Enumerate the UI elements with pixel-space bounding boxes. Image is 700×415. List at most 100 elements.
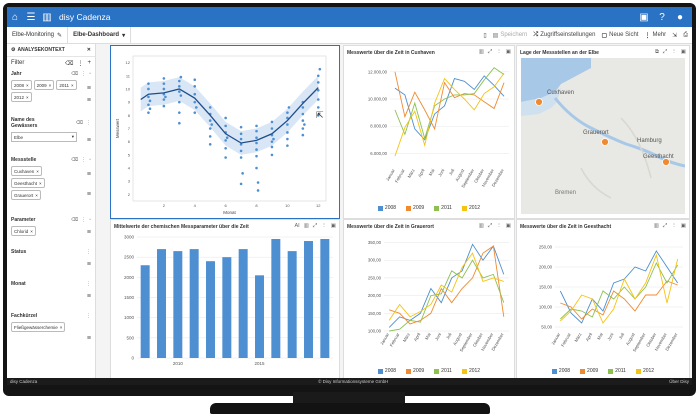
clear-icon[interactable]: ⌫ <box>71 71 78 77</box>
chip-grauerort[interactable]: Grauerort × <box>11 190 41 200</box>
more-icon[interactable]: ⋮ <box>86 249 91 255</box>
list-icon[interactable]: ≡ <box>87 97 91 104</box>
legend-item[interactable]: 2011 <box>608 368 626 374</box>
chart-icon[interactable]: ▥ <box>654 223 659 230</box>
list-icon[interactable]: ≡ <box>87 229 91 236</box>
expand-icon[interactable]: ⤢ <box>313 223 317 230</box>
station-marker-geesthacht[interactable] <box>662 158 670 166</box>
share-button[interactable]: ⤮ Zugriffseinstellungen <box>533 32 595 39</box>
sum-icon[interactable]: ▫ <box>89 217 91 223</box>
menu-icon[interactable]: ☰ <box>23 7 39 27</box>
help-icon[interactable]: ? <box>654 7 670 27</box>
expand-icon[interactable]: ⤢ <box>488 223 492 230</box>
clear-icon[interactable]: ⌫ <box>71 157 78 163</box>
list-icon[interactable]: ≡ <box>87 85 91 92</box>
sidebar-header: ⚙ ANALYSEKONTEXT ✕ <box>7 44 95 57</box>
more-button[interactable]: ⋮ Mehr <box>644 32 666 39</box>
bar <box>304 241 313 358</box>
more-icon[interactable]: ⋮ <box>86 313 91 319</box>
legend-item[interactable]: 2011 <box>434 205 452 211</box>
status-right[interactable]: Über Disy <box>669 379 689 384</box>
more-icon[interactable]: ⋮ <box>671 223 677 230</box>
add-filter-icon[interactable]: + <box>87 60 91 67</box>
print-icon[interactable]: ⎙ <box>683 32 688 39</box>
edit-icon[interactable]: ✎ <box>57 32 62 39</box>
legend-item[interactable]: 2012 <box>461 368 480 374</box>
legend-item[interactable]: 2011 <box>434 368 452 374</box>
settings-icon[interactable]: ▣ <box>331 223 336 230</box>
legend-item[interactable]: 2012 <box>461 205 480 211</box>
settings-icon[interactable]: ▣ <box>681 223 686 230</box>
more-icon[interactable]: ⋮ <box>81 217 86 223</box>
station-marker-cuxhaven[interactable] <box>535 98 543 106</box>
chip-2012[interactable]: 2012 × <box>11 92 32 102</box>
more-icon[interactable]: ⋮ <box>77 60 83 67</box>
clear-filter-icon[interactable]: ⌫ <box>65 60 73 67</box>
toolbar-actions: ▯ ▤ Speichern ⤮ Zugriffseinstellungen ▢ Neu… <box>483 32 692 39</box>
bookmark-icon[interactable]: ▯ <box>483 32 486 39</box>
settings-icon[interactable]: ▣ <box>506 49 511 56</box>
legend-item[interactable]: 2009 <box>406 205 424 211</box>
list-icon[interactable]: ≡ <box>87 261 91 268</box>
more-icon[interactable]: ⋮ <box>81 157 86 163</box>
chip-fliessgewaesserchemie[interactable]: Fließgewässerchemie × <box>11 322 66 332</box>
scatter-point <box>255 148 258 151</box>
chart-icon[interactable]: ▥ <box>479 49 484 56</box>
station-marker-grauerort[interactable] <box>601 138 609 146</box>
map-book-icon[interactable]: ▥ <box>39 7 55 27</box>
more-icon[interactable]: ⋮ <box>321 223 327 230</box>
legend-item[interactable]: 2008 <box>377 368 396 374</box>
scatter-point <box>162 87 166 91</box>
list-icon[interactable]: ≡ <box>87 293 91 300</box>
list-icon[interactable]: ≡ <box>87 335 91 342</box>
filter-title: Jahr <box>11 71 22 77</box>
settings-icon[interactable]: ▣ <box>506 223 511 230</box>
legend-item[interactable]: 2009 <box>406 368 424 374</box>
legend-item[interactable]: 2012 <box>635 368 654 374</box>
expand-icon[interactable]: ⤢ <box>663 49 667 56</box>
chip-2009[interactable]: 2009 × <box>33 80 55 90</box>
chip-cuxhaven[interactable]: Cuxhaven × <box>11 166 42 176</box>
user-icon[interactable]: ● <box>672 7 688 27</box>
legend-item[interactable]: 2008 <box>377 205 396 211</box>
bookmark-icon[interactable]: ▣ <box>636 7 652 27</box>
sum-icon[interactable]: ▫ <box>89 71 91 77</box>
expand-icon[interactable]: ⤢ <box>488 49 492 56</box>
gewaesser-select[interactable]: Elbe ▾ <box>11 132 77 142</box>
chip-2011[interactable]: 2011 × <box>56 80 77 90</box>
more-icon[interactable]: ⋮ <box>86 281 91 287</box>
more-icon[interactable]: ⋮ <box>496 49 502 56</box>
tab-elbe-monitoring[interactable]: Elbe-Monitoring ✎ <box>7 27 69 43</box>
chevron-down-icon[interactable]: ▾ <box>122 32 125 39</box>
new-view-button[interactable]: ▢ Neue Sicht <box>601 32 638 39</box>
save-button[interactable]: ▤ Speichern <box>493 32 528 39</box>
settings-icon[interactable]: ▣ <box>681 49 686 56</box>
legend-item[interactable]: 2009 <box>580 368 598 374</box>
more-icon[interactable]: ⋮ <box>671 49 677 56</box>
close-icon[interactable]: ✕ <box>87 47 91 53</box>
chip-geesthacht[interactable]: Geesthacht × <box>11 178 45 188</box>
chart-icon[interactable]: ▥ <box>479 223 484 230</box>
chip-chlorid[interactable]: Chlorid × <box>11 226 36 236</box>
chart-icon[interactable]: ▥ <box>304 223 309 230</box>
more-icon[interactable]: ⋮ <box>496 223 502 230</box>
tab-elbe-dashboard[interactable]: Elbe-Dashboard ▾ <box>68 27 132 43</box>
export-icon[interactable]: ⇲ <box>672 32 677 39</box>
map-view[interactable]: Cuxhaven Grauerort Hamburg Geesthacht Br… <box>521 58 685 214</box>
scatter-panel[interactable]: 2 3 4 5 6 7 8 9 10 11 12 2 4 6 8 10 12 Monat Messwert ⇱ <box>110 45 340 219</box>
bar-panel: Mittelwerte der chemischen Messparameter… <box>110 219 340 380</box>
ai-icon[interactable]: AI <box>294 223 299 230</box>
legend-item[interactable]: 2008 <box>551 368 570 374</box>
more-icon[interactable]: ⋮ <box>81 71 86 77</box>
list-icon[interactable]: ≡ <box>87 137 91 144</box>
clear-icon[interactable]: ⌫ <box>76 120 83 126</box>
home-icon[interactable]: ⌂ <box>7 7 23 27</box>
more-icon[interactable]: ⋮ <box>86 120 91 126</box>
clear-icon[interactable]: ⌫ <box>71 217 78 223</box>
layers-icon[interactable]: ⧉ <box>655 49 659 56</box>
sum-icon[interactable]: ▫ <box>89 157 91 163</box>
expand-icon[interactable]: ⤢ <box>663 223 667 230</box>
list-icon[interactable]: ≡ <box>87 171 91 178</box>
list-icon[interactable]: ≡ <box>87 191 91 198</box>
chip-2008[interactable]: 2008 × <box>11 80 32 90</box>
